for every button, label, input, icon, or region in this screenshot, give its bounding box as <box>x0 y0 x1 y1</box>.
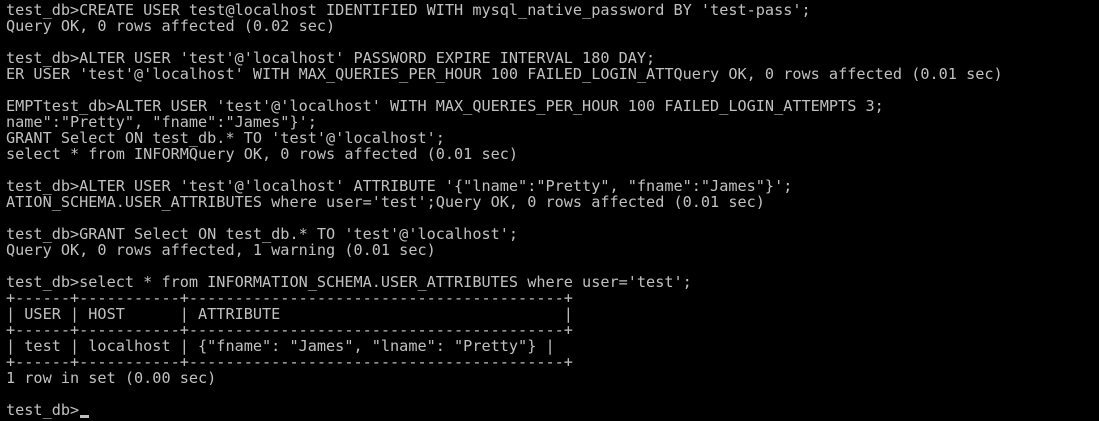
text-cursor <box>80 415 90 418</box>
terminal-line: select * from INFORMQuery OK, 0 rows aff… <box>6 145 519 163</box>
terminal-line: test_db>select * from INFORMATION_SCHEMA… <box>6 273 692 291</box>
terminal-line: +------+-----------+--------------------… <box>6 321 573 339</box>
terminal-line: ATION_SCHEMA.USER_ATTRIBUTES where user=… <box>6 193 765 211</box>
terminal-line: test_db>CREATE USER test@localhost IDENT… <box>6 1 811 19</box>
terminal-line: test_db>ALTER USER 'test'@'localhost' AT… <box>6 177 793 195</box>
terminal-line: GRANT Select ON test_db.* TO 'test'@'loc… <box>6 129 445 147</box>
terminal-line: | USER | HOST | ATTRIBUTE | <box>6 305 573 323</box>
terminal-line: ER USER 'test'@'localhost' WITH MAX_QUER… <box>6 65 1003 83</box>
terminal-output: test_db>CREATE USER test@localhost IDENT… <box>6 2 1099 402</box>
prompt-text: test_db> <box>6 401 80 419</box>
terminal-line: +------+-----------+--------------------… <box>6 353 573 371</box>
command-prompt-line[interactable]: test_db> <box>6 402 1099 418</box>
terminal-line: Query OK, 0 rows affected (0.02 sec) <box>6 17 336 35</box>
terminal-line: Query OK, 0 rows affected, 1 warning (0.… <box>6 241 436 259</box>
terminal-window[interactable]: test_db>CREATE USER test@localhost IDENT… <box>0 0 1099 421</box>
terminal-line: 1 row in set (0.00 sec) <box>6 369 217 387</box>
terminal-line: test_db>ALTER USER 'test'@'localhost' PA… <box>6 49 656 67</box>
terminal-line: name":"Pretty", "fname":"James"}'; <box>6 113 317 131</box>
terminal-line: +------+-----------+--------------------… <box>6 289 573 307</box>
terminal-line: EMPTtest_db>ALTER USER 'test'@'localhost… <box>6 97 884 115</box>
terminal-line: | test | localhost | {"fname": "James", … <box>6 337 555 355</box>
terminal-line: test_db>GRANT Select ON test_db.* TO 'te… <box>6 225 519 243</box>
